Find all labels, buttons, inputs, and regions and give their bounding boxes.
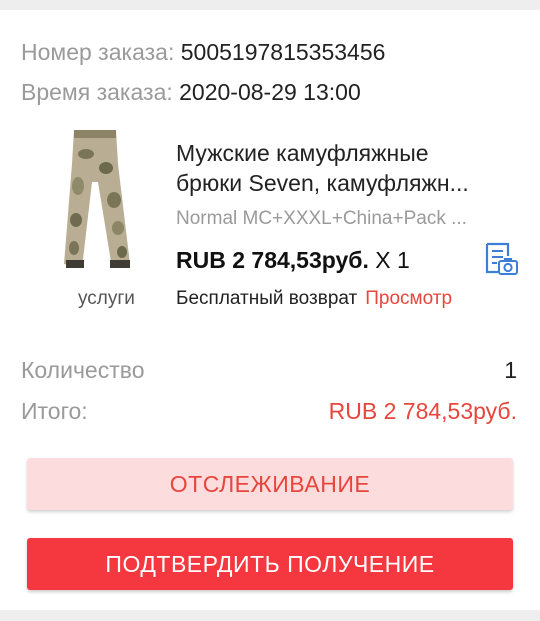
view-link[interactable]: Просмотр xyxy=(365,288,452,309)
order-number-value[interactable]: 5005197815353456 xyxy=(181,39,386,65)
order-time-label: Время заказа: xyxy=(21,79,173,105)
quantity-value: 1 xyxy=(504,357,517,383)
item-variant: Normal MC+XXXL+China+Pack ... xyxy=(176,208,467,229)
camo-pants-image[interactable] xyxy=(52,124,140,274)
item-price: RUB 2 784,53руб. xyxy=(176,247,369,273)
confirm-receipt-button[interactable]: ПОДТВЕРДИТЬ ПОЛУЧЕНИЕ xyxy=(27,538,513,590)
order-card: Номер заказа: 5005197815353456 Время зак… xyxy=(0,0,540,610)
bottom-separator xyxy=(0,610,540,621)
order-number-row: Номер заказа: 5005197815353456 xyxy=(21,38,385,66)
service-label: услуги xyxy=(78,288,135,309)
order-time-row: Время заказа: 2020-08-29 13:00 xyxy=(21,78,361,106)
total-value: RUB 2 784,53руб. xyxy=(328,398,517,424)
order-time-value: 2020-08-29 13:00 xyxy=(179,79,361,105)
item-quantity: X 1 xyxy=(375,247,410,273)
total-label: Итого: xyxy=(21,398,88,424)
quantity-label: Количество xyxy=(21,357,145,383)
order-number-label: Номер заказа: xyxy=(21,39,175,65)
item-title-line1: Мужские камуфляжные xyxy=(176,140,429,166)
item-title-line2: брюки Seven, камуфляжн... xyxy=(176,170,469,196)
item-price-row: RUB 2 784,53руб. X 1 xyxy=(176,247,410,274)
top-gap xyxy=(0,0,540,10)
free-return-text: Бесплатный возврат xyxy=(176,288,358,309)
track-button[interactable]: ОТСЛЕЖИВАНИЕ xyxy=(27,458,513,510)
return-row: Бесплатный возврат Просмотр xyxy=(176,288,518,310)
receipt-photo-icon[interactable] xyxy=(484,242,518,278)
item-title[interactable]: Мужские камуфляжные брюки Seven, камуфля… xyxy=(176,138,516,198)
